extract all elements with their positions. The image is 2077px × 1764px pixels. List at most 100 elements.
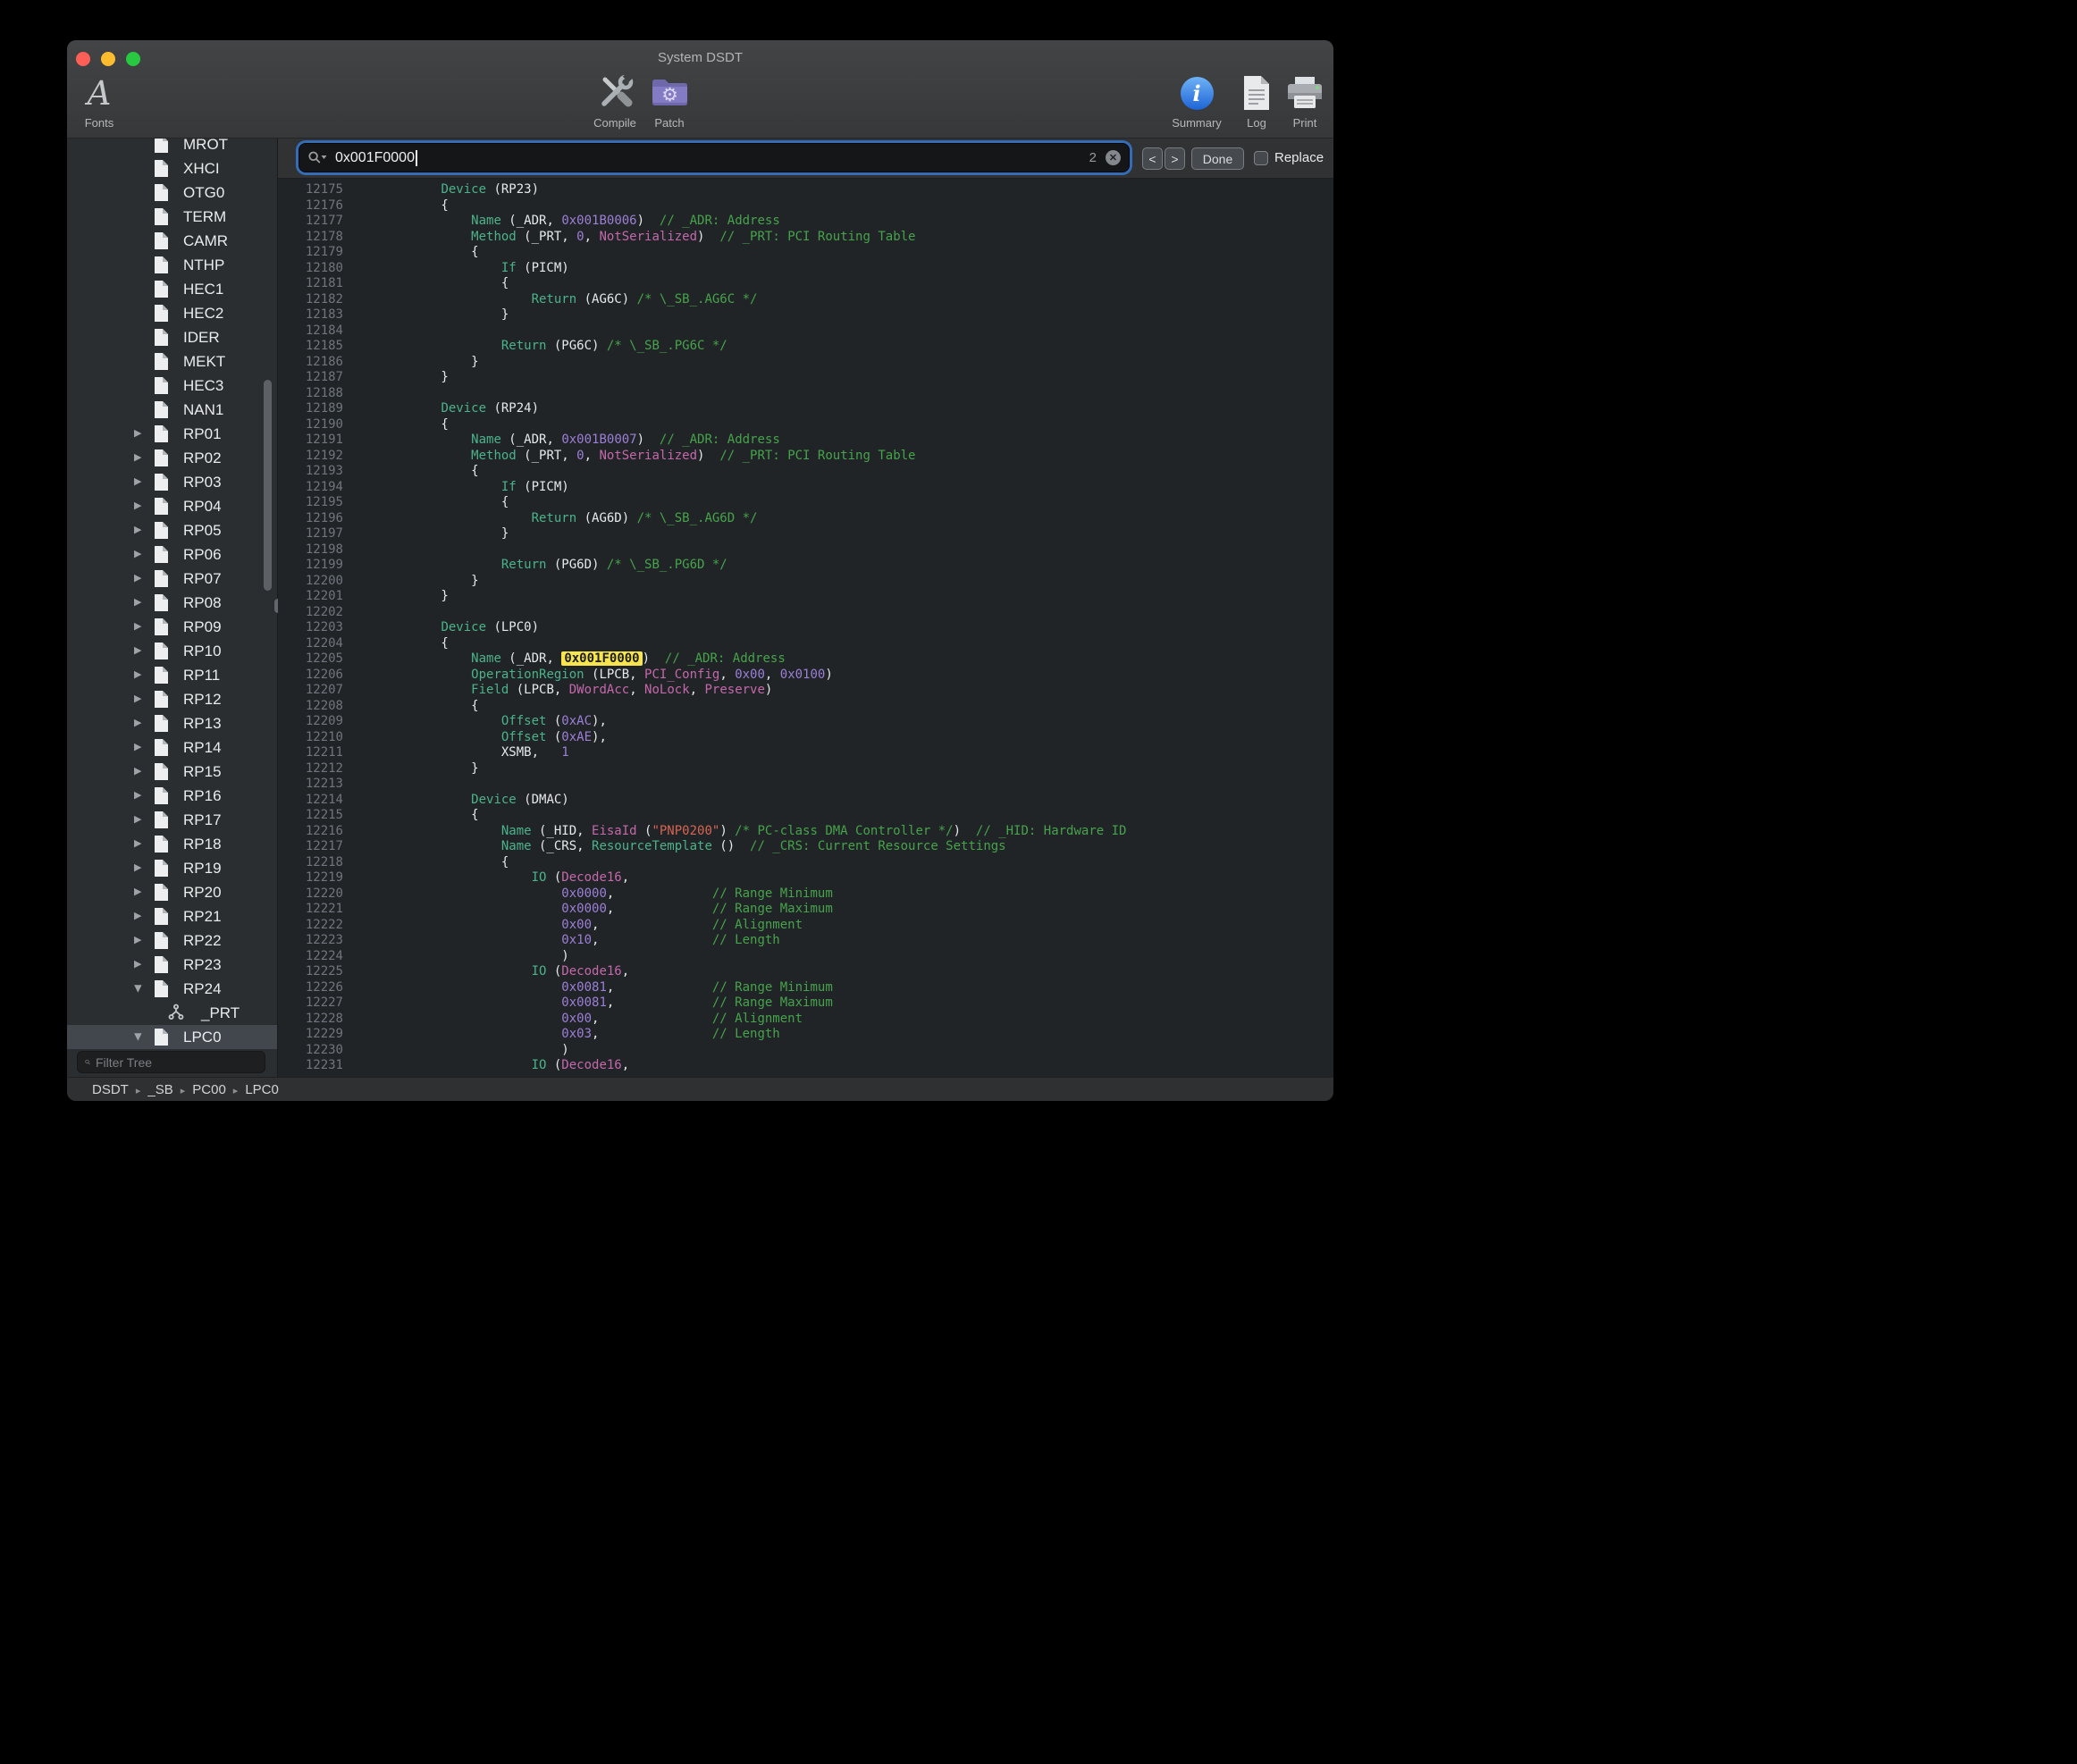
tree-item-HEC1[interactable]: HEC1	[67, 277, 277, 301]
disclosure-triangle-icon[interactable]: ▶	[134, 911, 141, 921]
tree-item-HEC2[interactable]: HEC2	[67, 301, 277, 325]
tree-item-RP16[interactable]: ▶RP16	[67, 784, 277, 808]
search-menu-icon[interactable]	[308, 151, 328, 164]
tree-item-RP05[interactable]: ▶RP05	[67, 518, 277, 542]
disclosure-triangle-icon[interactable]: ▶	[134, 670, 141, 680]
code-line: 12231 IO (Decode16,	[278, 1058, 1333, 1074]
disclosure-triangle-icon[interactable]: ▶	[134, 477, 141, 487]
tree-item-RP11[interactable]: ▶RP11	[67, 663, 277, 687]
disclosure-triangle-icon[interactable]: ▶	[134, 839, 141, 849]
breadcrumb-item-sb[interactable]: _SB	[147, 1082, 192, 1097]
disclosure-triangle-icon[interactable]: ▶	[134, 453, 141, 463]
tree-item-OTG0[interactable]: OTG0	[67, 181, 277, 205]
tree-item-RP24[interactable]: ▶RP24	[67, 977, 277, 1001]
doc-icon	[153, 859, 169, 878]
code-editor[interactable]: 12175 Device (RP23)12176 {12177 Name (_A…	[278, 179, 1333, 1077]
disclosure-triangle-icon[interactable]: ▶	[134, 694, 141, 704]
code-line: 12205 Name (_ADR, 0x001F0000) // _ADR: A…	[278, 651, 1333, 668]
clear-search-icon[interactable]: ✕	[1106, 150, 1121, 165]
filter-tree-box	[77, 1051, 265, 1073]
disclosure-triangle-icon[interactable]: ▶	[134, 550, 141, 559]
disclosure-triangle-icon[interactable]: ▶	[134, 429, 141, 439]
tree-item-MROT[interactable]: MROT	[67, 139, 277, 156]
disclosure-triangle-icon[interactable]: ▶	[133, 1033, 143, 1040]
tree-item-IDER[interactable]: IDER	[67, 325, 277, 349]
tree-item-HEC3[interactable]: HEC3	[67, 374, 277, 398]
disclosure-triangle-icon[interactable]: ▶	[134, 718, 141, 728]
disclosure-triangle-icon[interactable]: ▶	[134, 863, 141, 873]
print-button[interactable]: Print	[1269, 71, 1333, 130]
doc-icon	[153, 497, 169, 516]
tree-item-NTHP[interactable]: NTHP	[67, 253, 277, 277]
disclosure-triangle-icon[interactable]: ▶	[134, 767, 141, 777]
search-input[interactable]: 0x001F0000 2 ✕	[299, 144, 1129, 172]
disclosure-triangle-icon[interactable]: ▶	[134, 791, 141, 801]
tree-item-XHCI[interactable]: XHCI	[67, 156, 277, 181]
doc-icon	[153, 979, 169, 998]
code-line: 12196 Return (AG6D) /* \_SB_.AG6D */	[278, 511, 1333, 527]
disclosure-triangle-icon[interactable]: ▶	[134, 887, 141, 897]
disclosure-triangle-icon[interactable]: ▶	[134, 815, 141, 825]
line-number: 12223	[278, 933, 343, 949]
tree-item-label: RP15	[183, 763, 222, 781]
tree-item-RP21[interactable]: ▶ RP21	[67, 904, 277, 928]
disclosure-triangle-icon[interactable]: ▶	[133, 985, 143, 992]
tree-item-label: RP03	[183, 474, 222, 491]
tree-item-RP09[interactable]: ▶RP09	[67, 615, 277, 639]
tree-item-RP18[interactable]: ▶RP18	[67, 832, 277, 856]
tree-item-CAMR[interactable]: CAMR	[67, 229, 277, 253]
disclosure-triangle-icon[interactable]: ▶	[134, 960, 141, 970]
tree-item-RP10[interactable]: ▶RP10	[67, 639, 277, 663]
line-number: 12188	[278, 386, 343, 402]
tree-item-RP13[interactable]: ▶RP13	[67, 711, 277, 735]
replace-checkbox[interactable]	[1254, 151, 1268, 165]
line-number: 12198	[278, 542, 343, 559]
tree-item-RP23[interactable]: ▶RP23	[67, 953, 277, 977]
disclosure-triangle-icon[interactable]: ▶	[134, 501, 141, 511]
disclosure-triangle-icon[interactable]: ▶	[134, 574, 141, 584]
breadcrumb-item-lpc0[interactable]: LPC0	[245, 1082, 279, 1097]
breadcrumb-item-pc00[interactable]: PC00	[192, 1082, 245, 1097]
tree-item-RP19[interactable]: ▶RP19	[67, 856, 277, 880]
tree-item-RP22[interactable]: ▶RP22	[67, 928, 277, 953]
tree-item-label: RP21	[183, 908, 222, 926]
doc-icon	[153, 139, 169, 154]
filter-tree-input[interactable]	[96, 1055, 257, 1070]
tree-item-RP04[interactable]: ▶RP04	[67, 494, 277, 518]
tree-item-RP14[interactable]: ▶RP14	[67, 735, 277, 760]
tree-item-MEKT[interactable]: MEKT	[67, 349, 277, 374]
find-previous-button[interactable]: <	[1142, 147, 1163, 170]
tree-item-RP03[interactable]: ▶ RP03	[67, 470, 277, 494]
done-button[interactable]: Done	[1191, 147, 1244, 170]
disclosure-triangle-icon[interactable]: ▶	[134, 525, 141, 535]
tree-item-RP12[interactable]: ▶RP12	[67, 687, 277, 711]
doc-icon	[153, 617, 169, 636]
disclosure-triangle-icon[interactable]: ▶	[134, 743, 141, 752]
breadcrumb-item-dsdt[interactable]: DSDT	[92, 1082, 147, 1097]
disclosure-triangle-icon[interactable]: ▶	[134, 936, 141, 945]
tree-item-TERM[interactable]: TERM	[67, 205, 277, 229]
find-next-button[interactable]: >	[1165, 147, 1185, 170]
line-number: 12212	[278, 761, 343, 777]
tree-item-RP20[interactable]: ▶RP20	[67, 880, 277, 904]
sidebar-scrollbar[interactable]	[264, 380, 272, 591]
code-line: 12224 )	[278, 949, 1333, 965]
patch-button[interactable]: ⚙ Patch	[634, 71, 705, 130]
tree-item-RP01[interactable]: ▶RP01	[67, 422, 277, 446]
disclosure-triangle-icon[interactable]: ▶	[134, 598, 141, 608]
tree-item-RP15[interactable]: ▶ RP15	[67, 760, 277, 784]
tree-item-RP02[interactable]: ▶RP02	[67, 446, 277, 470]
disclosure-triangle-icon[interactable]: ▶	[134, 622, 141, 632]
tree-item-RP07[interactable]: ▶RP07	[67, 567, 277, 591]
tree-item-LPC0[interactable]: ▶LPC0	[67, 1025, 277, 1049]
tree-item-NAN1[interactable]: NAN1	[67, 398, 277, 422]
fonts-button[interactable]: A Fonts	[67, 71, 135, 130]
code-line: 12228 0x00, // Alignment	[278, 1012, 1333, 1028]
tree-item-RP06[interactable]: ▶RP06	[67, 542, 277, 567]
line-number: 12183	[278, 307, 343, 323]
tree-item-RP17[interactable]: ▶RP17	[67, 808, 277, 832]
disclosure-triangle-icon[interactable]: ▶	[134, 646, 141, 656]
tree-item-_PRT[interactable]: _PRT	[67, 1001, 277, 1025]
tree-item-RP08[interactable]: ▶RP08	[67, 591, 277, 615]
line-number: 12195	[278, 495, 343, 511]
